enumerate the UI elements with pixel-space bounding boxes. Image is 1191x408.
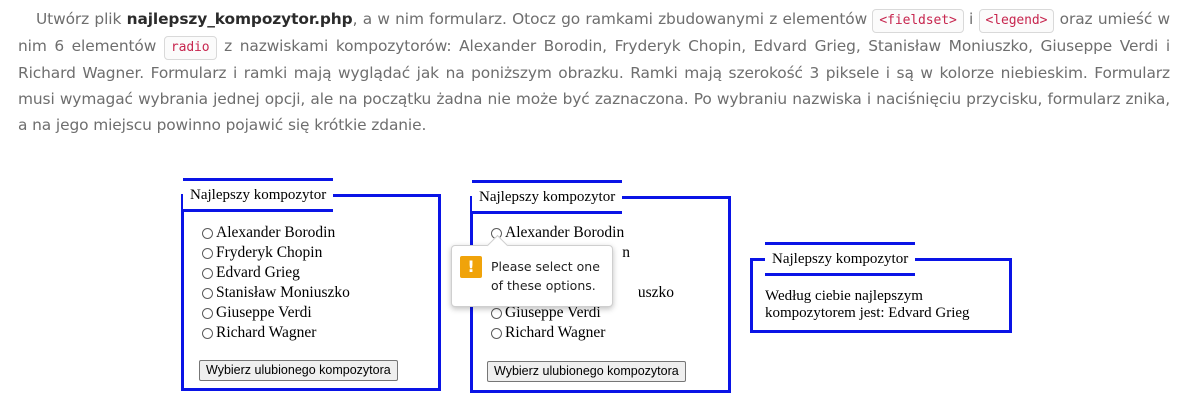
result-text: Według ciebie najlepszym kompozytorem je… — [765, 288, 970, 321]
tooltip-text: Please select one of these options. — [491, 259, 600, 293]
option-wagner[interactable]: Richard Wagner — [202, 323, 350, 343]
result-box: Najlepszy kompozytor Według ciebie najle… — [750, 242, 1012, 333]
radio-chopin[interactable] — [202, 247, 213, 259]
composer-form: Najlepszy kompozytor Alexander Borodin F… — [181, 178, 441, 391]
instructions-text-2: , a w nim formularz. Otocz go ramkami zb… — [352, 10, 873, 28]
radio-verdi[interactable] — [202, 307, 213, 319]
option-moniuszko[interactable]: Stanisław Moniuszko — [202, 283, 350, 303]
instructions-paragraph: Utwórz plik najlepszy_kompozytor.php, a … — [18, 6, 1170, 138]
radio-wagner-invalid[interactable] — [491, 327, 502, 339]
option-borodin-invalid[interactable]: Alexander Borodin — [491, 223, 674, 243]
form-legend-invalid: Najlepszy kompozytor — [472, 180, 623, 214]
option-chopin[interactable]: Fryderyk Chopin — [202, 243, 350, 263]
submit-button[interactable]: Wybierz ulubionego kompozytora — [199, 360, 398, 381]
code-legend: <legend> — [978, 9, 1055, 33]
options-list: Alexander Borodin Fryderyk Chopin Edvard… — [202, 223, 350, 343]
radio-borodin[interactable] — [202, 227, 213, 239]
submit-button-invalid[interactable]: Wybierz ulubionego kompozytora — [487, 361, 686, 382]
code-fieldset: <fieldset> — [872, 9, 964, 33]
radio-verdi-invalid[interactable] — [491, 307, 502, 319]
code-radio: radio — [163, 36, 217, 60]
option-wagner-invalid[interactable]: Richard Wagner — [491, 323, 674, 343]
validation-tooltip: ! Please select one of these options. — [451, 245, 613, 307]
filename: najlepszy_kompozytor.php — [126, 10, 353, 28]
radio-moniuszko[interactable] — [202, 287, 213, 299]
result-legend: Najlepszy kompozytor — [765, 242, 916, 276]
instructions-text-1: Utwórz plik — [36, 10, 127, 28]
option-grieg[interactable]: Edvard Grieg — [202, 263, 350, 283]
radio-wagner[interactable] — [202, 327, 213, 339]
radio-grieg[interactable] — [202, 267, 213, 279]
form-legend: Najlepszy kompozytor — [183, 178, 334, 212]
instructions-text-3: i — [963, 10, 979, 28]
exclamation-warning-icon: ! — [460, 256, 482, 278]
option-verdi[interactable]: Giuseppe Verdi — [202, 303, 350, 323]
option-borodin[interactable]: Alexander Borodin — [202, 223, 350, 243]
